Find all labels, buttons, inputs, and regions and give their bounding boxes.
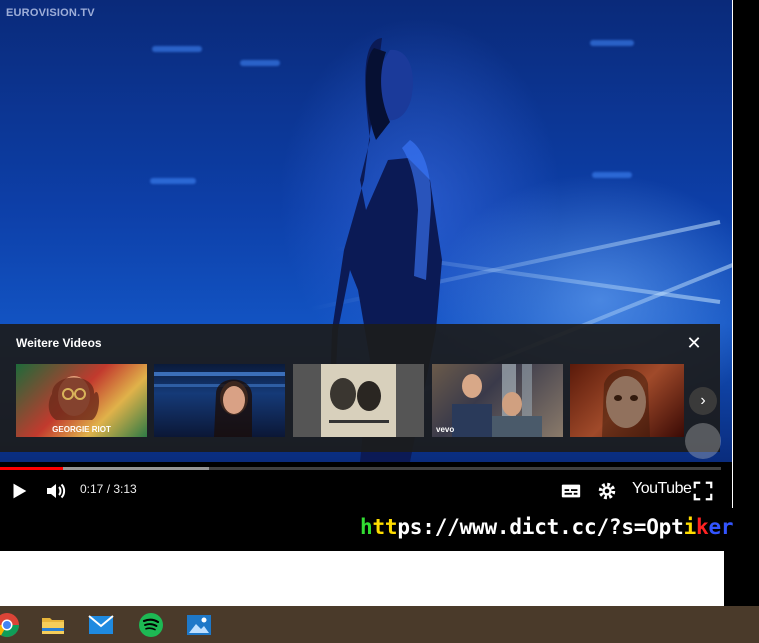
progress-played [0,467,63,470]
play-icon[interactable] [8,479,30,503]
thumbnail-image [321,364,396,437]
video-player[interactable]: EUROVISION.TV Weitere Videos ✕ GEORGIE R… [0,0,733,508]
url-segment: t [372,515,385,539]
settings-gear-icon[interactable] [596,479,618,503]
stage-light [240,60,280,66]
url-segment: h [360,515,373,539]
photos-icon[interactable] [184,610,214,640]
chrome-icon[interactable] [0,610,22,640]
stage-light [150,178,196,184]
thumbnail-image [602,369,650,437]
chevron-right-icon[interactable]: › [689,387,717,415]
url-segment: k [696,515,709,539]
thumbnail-image [154,372,285,437]
url-segment: ps://www.dict.cc/?s=Opt [397,515,684,539]
file-explorer-icon[interactable] [38,610,68,640]
more-videos-panel: Weitere Videos ✕ GEORGIE RIOT vevo › [0,324,720,452]
stage-light [152,46,202,52]
control-bar: 0:17 / 3:13 YouTube [0,474,732,508]
channel-watermark-icon[interactable] [685,423,721,459]
time-display: 0:17 / 3:13 [80,482,137,496]
video-thumbnail-3[interactable] [293,364,424,437]
url-segment: i [683,515,697,539]
channel-watermark: EUROVISION.TV [6,7,95,19]
url-overlay: https://www.dict.cc/?s=Optiker [0,508,759,548]
volume-icon[interactable] [44,479,68,503]
progress-bar[interactable] [0,467,721,470]
video-thumbnail-4[interactable]: vevo [432,364,563,437]
mail-icon[interactable] [86,610,116,640]
thumbnail-caption: vevo [436,425,455,434]
more-videos-title: Weitere Videos [16,336,102,350]
video-thumbnail-2[interactable] [154,364,285,437]
youtube-logo[interactable]: YouTube [632,480,692,498]
stage-light [590,40,634,46]
url-segment: t [384,515,398,539]
video-thumbnail-5[interactable] [570,364,684,437]
blank-area [0,551,724,606]
url-segment: er [708,515,734,539]
url-text: https://www.dict.cc/?s=Optiker [360,515,734,539]
video-thumbnail-1[interactable]: GEORGIE RIOT [16,364,147,437]
close-icon[interactable]: ✕ [684,333,704,353]
subtitles-icon[interactable] [560,479,582,503]
taskbar [0,606,759,643]
stage-light [592,172,632,178]
thumbnail-caption: GEORGIE RIOT [52,425,111,434]
spotify-icon[interactable] [136,610,166,640]
fullscreen-icon[interactable] [692,479,714,503]
